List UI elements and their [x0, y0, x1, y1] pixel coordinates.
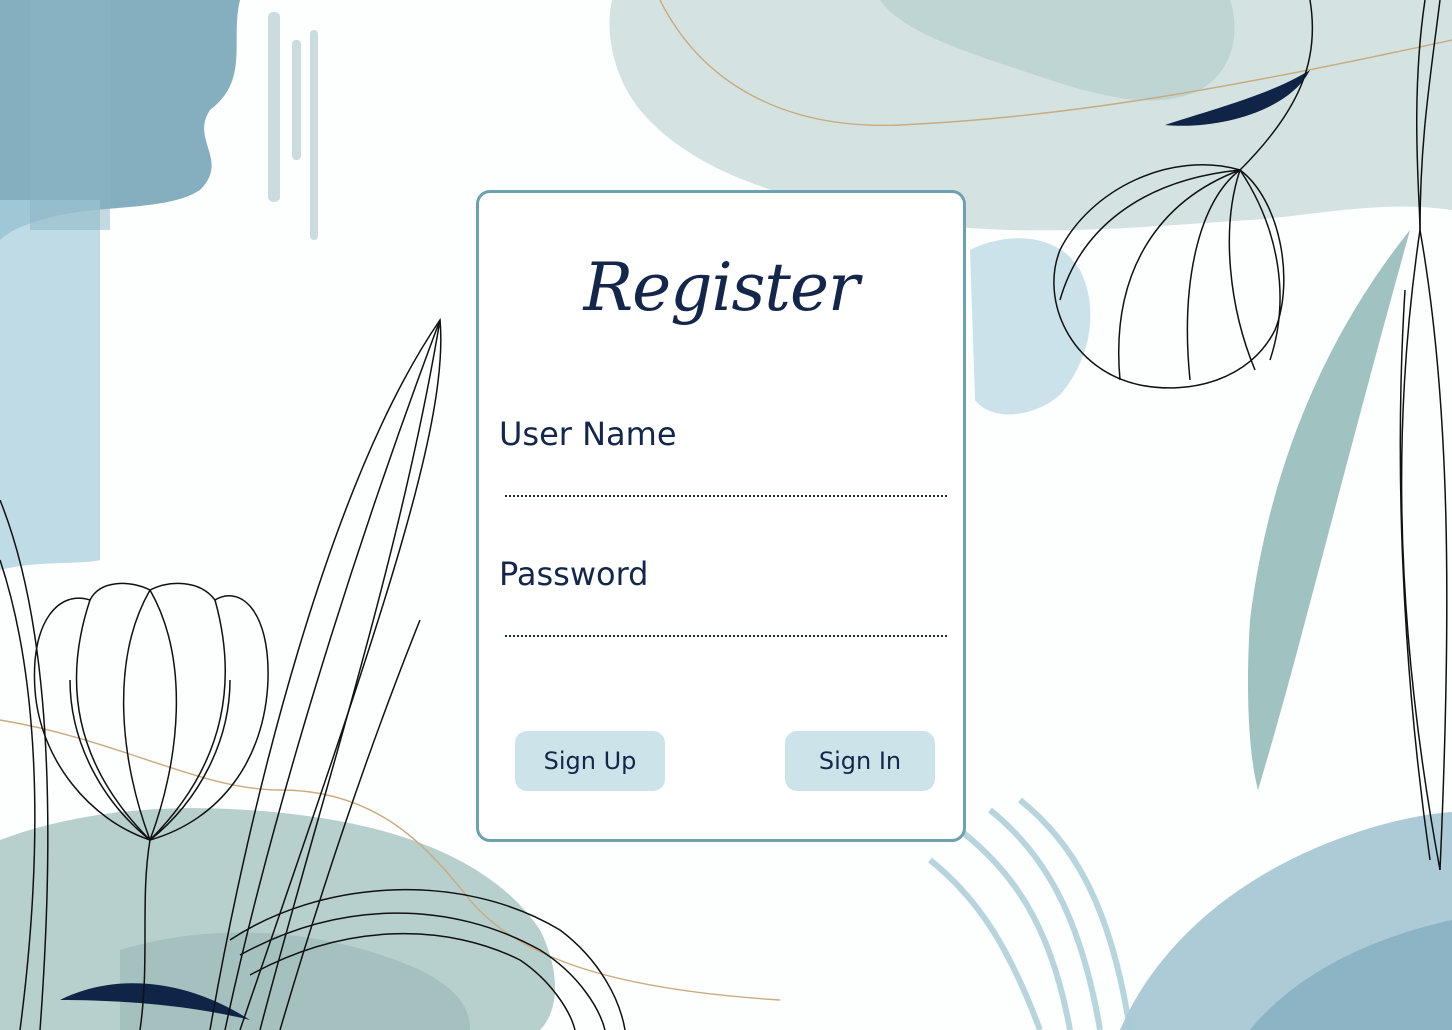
username-label: User Name	[499, 415, 677, 453]
wash-left-thin	[30, 0, 110, 230]
teal-leaf-right	[1247, 230, 1410, 790]
wash-right-blue	[970, 238, 1091, 415]
register-card: Register User Name Password Sign Up Sign…	[476, 190, 966, 842]
password-label: Password	[499, 555, 649, 593]
sign-in-button[interactable]: Sign In	[785, 731, 935, 791]
username-input[interactable]	[505, 467, 947, 497]
wash-left-stripe	[0, 200, 100, 570]
brush-marks-top	[268, 12, 318, 240]
register-page: Register User Name Password Sign Up Sign…	[0, 0, 1452, 1030]
register-title: Register	[583, 249, 859, 326]
password-input[interactable]	[505, 607, 947, 637]
sign-up-button[interactable]: Sign Up	[515, 731, 665, 791]
